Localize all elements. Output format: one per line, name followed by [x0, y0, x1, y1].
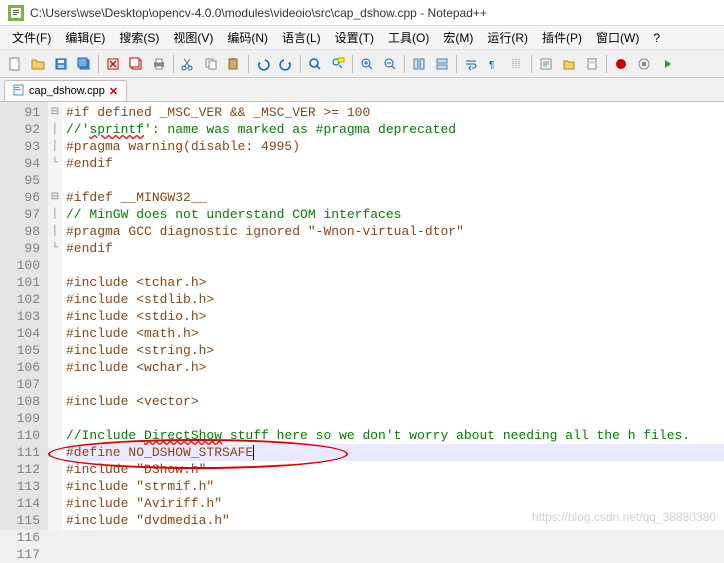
- toolbar-separator: [300, 55, 301, 73]
- new-file-button[interactable]: [4, 53, 26, 75]
- play-macro-button[interactable]: [656, 53, 678, 75]
- replace-button[interactable]: [327, 53, 349, 75]
- zoom-out-button[interactable]: [379, 53, 401, 75]
- title-bar: C:\Users\wse\Desktop\opencv-4.0.0\module…: [0, 0, 724, 26]
- svg-text:¶: ¶: [489, 60, 494, 71]
- tab-icon: [13, 84, 25, 99]
- redo-button[interactable]: [275, 53, 297, 75]
- record-macro-button[interactable]: [610, 53, 632, 75]
- file-tab[interactable]: cap_dshow.cpp ✕: [4, 80, 127, 101]
- menu-item[interactable]: 宏(M): [437, 27, 479, 48]
- menu-item[interactable]: 运行(R): [481, 27, 534, 48]
- copy-button[interactable]: [200, 53, 222, 75]
- indent-guide-button[interactable]: [506, 53, 528, 75]
- close-button[interactable]: [102, 53, 124, 75]
- watermark: https://blog.csdn.net/qq_38880380: [532, 510, 716, 524]
- menu-item[interactable]: 文件(F): [6, 27, 57, 48]
- toolbar-separator: [98, 55, 99, 73]
- code-editor[interactable]: 9192939495969798991001011021031041051061…: [0, 102, 724, 530]
- tab-label: cap_dshow.cpp: [29, 85, 105, 97]
- find-button[interactable]: [304, 53, 326, 75]
- toolbar-separator: [456, 55, 457, 73]
- menu-item[interactable]: 编辑(E): [59, 27, 111, 48]
- line-number-gutter: 9192939495969798991001011021031041051061…: [0, 102, 48, 530]
- menu-bar: 文件(F)编辑(E)搜索(S)视图(V)编码(N)语言(L)设置(T)工具(O)…: [0, 26, 724, 50]
- tab-close-button[interactable]: ✕: [109, 85, 118, 98]
- menu-item[interactable]: 插件(P): [536, 27, 588, 48]
- menu-item[interactable]: ?: [647, 29, 666, 47]
- toolbar-separator: [352, 55, 353, 73]
- function-list-button[interactable]: [535, 53, 557, 75]
- show-chars-button[interactable]: ¶: [483, 53, 505, 75]
- cut-button[interactable]: [177, 53, 199, 75]
- menu-item[interactable]: 窗口(W): [590, 27, 645, 48]
- tab-bar: cap_dshow.cpp ✕: [0, 78, 724, 102]
- toolbar-separator: [404, 55, 405, 73]
- menu-item[interactable]: 工具(O): [382, 27, 435, 48]
- toolbar-separator: [606, 55, 607, 73]
- menu-item[interactable]: 编码(N): [221, 27, 274, 48]
- window-title: C:\Users\wse\Desktop\opencv-4.0.0\module…: [30, 6, 487, 20]
- toolbar-separator: [173, 55, 174, 73]
- menu-item[interactable]: 搜索(S): [113, 27, 165, 48]
- fold-column[interactable]: ⊟││└⊟││└: [48, 102, 62, 530]
- sync-v-button[interactable]: [408, 53, 430, 75]
- menu-item[interactable]: 语言(L): [276, 27, 327, 48]
- stop-macro-button[interactable]: [633, 53, 655, 75]
- toolbar-separator: [248, 55, 249, 73]
- toolbar: ¶: [0, 50, 724, 78]
- open-file-button[interactable]: [27, 53, 49, 75]
- paste-button[interactable]: [223, 53, 245, 75]
- doc-map-button[interactable]: [581, 53, 603, 75]
- toolbar-separator: [531, 55, 532, 73]
- undo-button[interactable]: [252, 53, 274, 75]
- zoom-in-button[interactable]: [356, 53, 378, 75]
- folder-view-button[interactable]: [558, 53, 580, 75]
- save-all-button[interactable]: [73, 53, 95, 75]
- code-area[interactable]: #if defined _MSC_VER && _MSC_VER >= 100/…: [62, 102, 724, 530]
- print-button[interactable]: [148, 53, 170, 75]
- wordwrap-button[interactable]: [460, 53, 482, 75]
- close-all-button[interactable]: [125, 53, 147, 75]
- app-icon: [8, 5, 24, 21]
- menu-item[interactable]: 设置(T): [329, 27, 380, 48]
- menu-item[interactable]: 视图(V): [167, 27, 219, 48]
- save-button[interactable]: [50, 53, 72, 75]
- sync-h-button[interactable]: [431, 53, 453, 75]
